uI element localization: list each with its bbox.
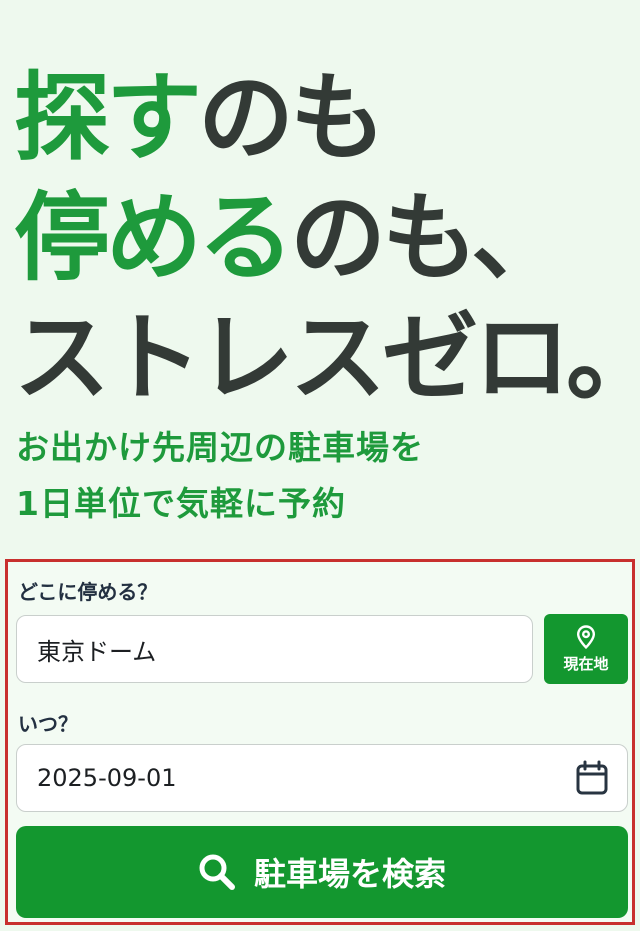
subtitle-line-2: 1日単位で気軽に予約 — [16, 484, 346, 523]
current-location-label: 現在地 — [563, 654, 609, 673]
search-parking-label: 駐車場を検索 — [253, 855, 446, 893]
hero-line-2: 停めるのも、 — [14, 178, 634, 298]
place-input[interactable]: 東京ドーム — [16, 615, 533, 683]
hero-line-3: ストレスゼロ。 — [14, 302, 640, 414]
place-input-value: 東京ドーム — [37, 637, 157, 666]
map-pin-icon — [576, 624, 596, 649]
hero-line-1-green: 探す — [14, 62, 202, 174]
hero-line-2-dark: のも、 — [290, 182, 567, 294]
hero-line-2-green: 停める — [14, 182, 294, 294]
search-icon — [199, 854, 235, 890]
current-location-button[interactable]: 現在地 — [544, 614, 628, 684]
where-label: どこに停める？ — [18, 580, 158, 604]
search-form: どこに停める？ 東京ドーム 現在地 いつ？ 2025-09-01 駐車場を検索 — [5, 559, 635, 925]
search-parking-button[interactable]: 駐車場を検索 — [16, 826, 628, 918]
subtitle-line-1: お出かけ先周辺の駐車場を — [16, 428, 424, 467]
date-input-value: 2025-09-01 — [37, 764, 177, 792]
hero-subtitle: お出かけ先周辺の駐車場を 1日単位で気軽に予約 — [16, 420, 626, 532]
date-input[interactable]: 2025-09-01 — [16, 744, 628, 812]
hero-line-1-dark: のも — [198, 62, 386, 174]
calendar-icon[interactable] — [575, 760, 609, 796]
when-label: いつ？ — [18, 712, 78, 736]
hero-headline: 探すのも 停めるのも、 ストレスゼロ。 — [14, 58, 640, 418]
hero-line-1: 探すのも — [14, 58, 634, 178]
